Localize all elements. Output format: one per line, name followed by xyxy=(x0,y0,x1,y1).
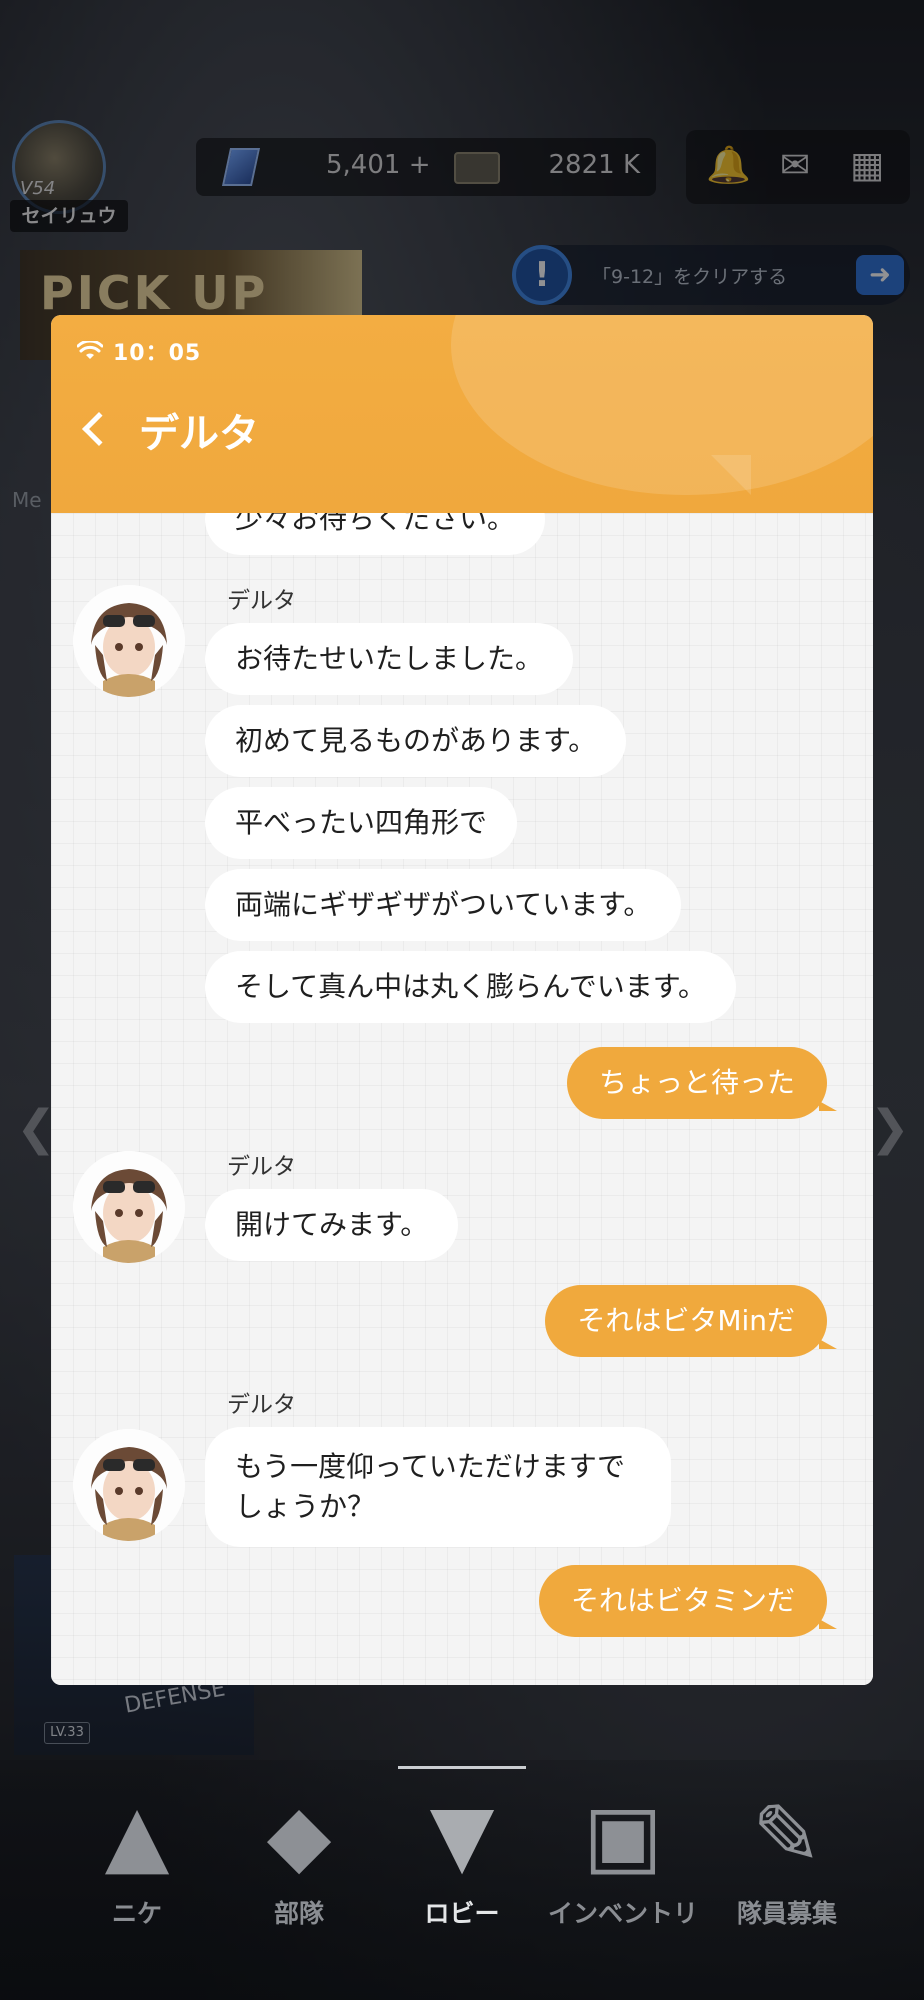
npc-message: 初めて見るものがあります。 xyxy=(205,705,627,777)
npc-message: お待たせいたしました。 xyxy=(205,623,574,695)
nav-label: ニケ xyxy=(111,1899,162,1928)
npc-message: もう一度仰っていただけますでしょうか？ xyxy=(205,1427,671,1547)
sender-name: デルタ xyxy=(227,1154,296,1180)
chat-header: 10：05 デルタ xyxy=(51,315,873,513)
nav-nikke[interactable]: ▲ ニケ xyxy=(52,1780,222,1930)
back-chevron-icon[interactable] xyxy=(82,412,116,446)
wifi-icon xyxy=(77,341,103,359)
lobby-icon: ▼ xyxy=(429,1786,495,1884)
header-decoration-tail xyxy=(711,455,751,495)
npc-message: 少々お待ちください。 xyxy=(205,513,546,555)
squad-icon: ◆ xyxy=(266,1786,332,1884)
recruit-icon: ✎ xyxy=(751,1786,823,1884)
sender-name: デルタ xyxy=(227,1392,296,1418)
nav-label: インベントリ xyxy=(547,1899,698,1928)
user-message: それはビタMinだ xyxy=(545,1285,837,1357)
nav-recruit[interactable]: ✎ 隊員募集 xyxy=(702,1780,872,1930)
bottom-nav: ▲ ニケ ◆ 部隊 ▼ ロビー ▣ インベントリ ✎ 隊員募集 xyxy=(0,1760,924,2000)
user-message: それはビタミンだ xyxy=(538,1565,838,1637)
status-time: 10：05 xyxy=(113,341,202,366)
nav-inventory[interactable]: ▣ インベントリ xyxy=(538,1780,708,1930)
nav-label: ロビー xyxy=(424,1899,500,1928)
delta-portrait-icon xyxy=(73,1429,185,1541)
inventory-icon: ▣ xyxy=(583,1786,663,1884)
nav-active-indicator xyxy=(398,1766,526,1769)
npc-message: 両端にギザギザがついています。 xyxy=(205,869,682,941)
nav-squad[interactable]: ◆ 部隊 xyxy=(214,1780,384,1930)
npc-message: そして真ん中は丸く膨らんでいます。 xyxy=(205,951,736,1023)
chat-area[interactable]: 少々お待ちください。 デルタ お待たせいたしました。 初めて見るものがあります。… xyxy=(51,513,873,1685)
chat-title: デルタ xyxy=(139,411,259,457)
status-row: 10：05 xyxy=(77,335,201,367)
npc-message: 平べったい四角形で xyxy=(205,787,518,859)
delta-avatar[interactable] xyxy=(73,1151,185,1263)
header-decoration xyxy=(451,315,873,495)
delta-portrait-icon xyxy=(73,1151,185,1263)
user-message: ちょっと待った xyxy=(566,1047,838,1119)
sender-name: デルタ xyxy=(227,588,296,614)
delta-avatar[interactable] xyxy=(73,1429,185,1541)
delta-portrait-icon xyxy=(73,585,185,697)
delta-avatar[interactable] xyxy=(73,585,185,697)
nikke-icon: ▲ xyxy=(104,1786,170,1884)
nav-label: 隊員募集 xyxy=(736,1899,837,1928)
nav-label: 部隊 xyxy=(273,1899,324,1928)
npc-message: 開けてみます。 xyxy=(205,1189,459,1261)
chat-modal: 10：05 デルタ 少々お待ちください。 デルタ お待たせいたしました。 初めて… xyxy=(51,315,873,1685)
nav-lobby[interactable]: ▼ ロビー xyxy=(377,1780,547,1930)
